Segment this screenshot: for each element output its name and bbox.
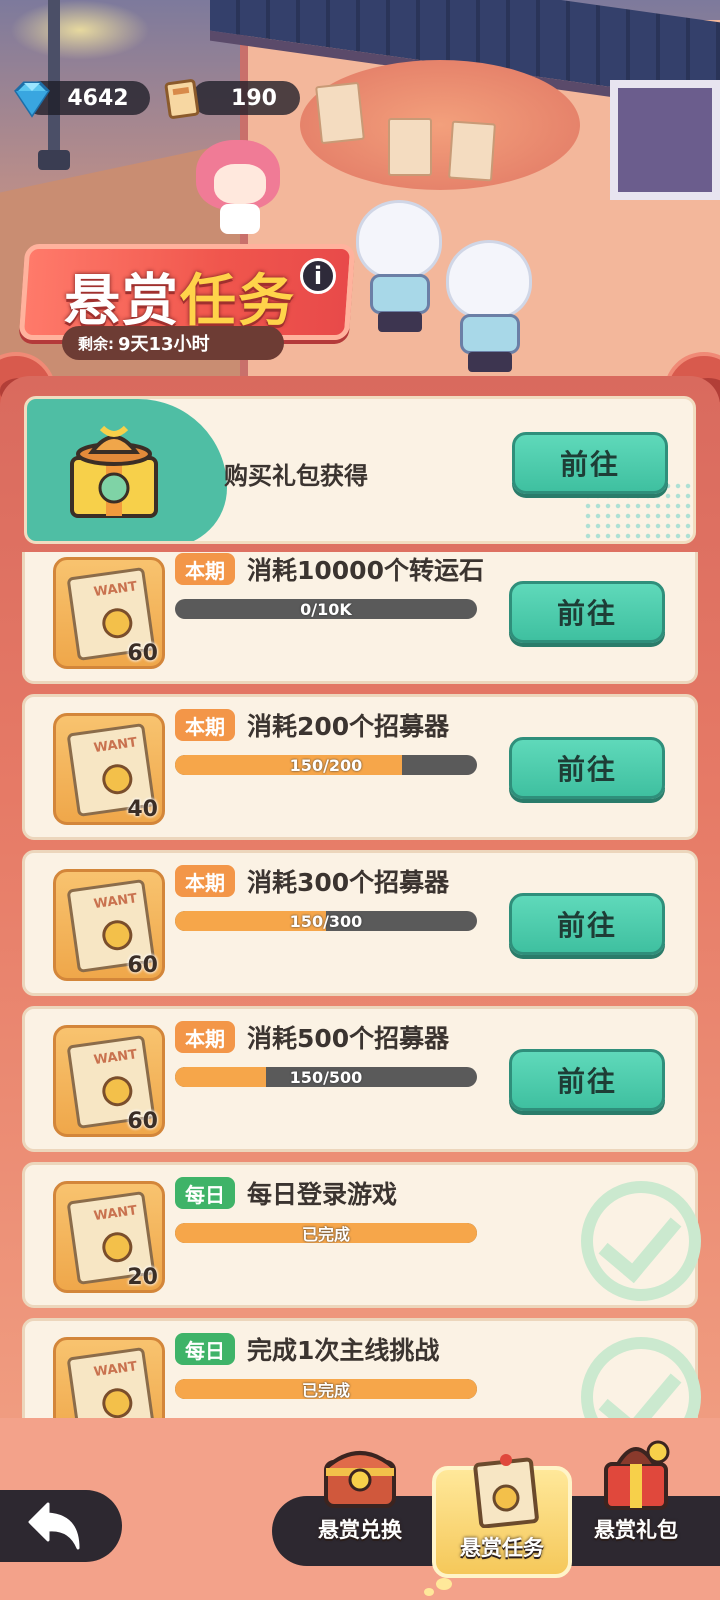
task-title: 消耗10000个转运石 xyxy=(247,556,484,585)
want-label: WANT xyxy=(92,891,139,913)
bounty-poster-reward-icon: WANT 60 xyxy=(53,557,165,669)
task-tag: 本期 xyxy=(175,865,235,897)
gem-count: 4642 xyxy=(67,85,129,111)
reward-quantity: 40 xyxy=(127,797,158,822)
cowboy-gift-box-icon xyxy=(70,425,158,518)
want-label: WANT xyxy=(92,1359,139,1381)
task-progress-bar: 150/200 xyxy=(175,755,477,775)
progress-text: 150/500 xyxy=(289,1067,363,1087)
pink-hair-girl-character xyxy=(196,140,286,240)
task-list[interactable]: WANT 60 本期 消耗10000个转运石 0/10K 前往 WANT 40 … xyxy=(0,552,720,1424)
task-progress-bar: 150/500 xyxy=(175,1067,477,1087)
tab-label: 悬赏礼包 xyxy=(594,1518,678,1542)
task-go-button[interactable]: 前往 xyxy=(509,581,665,643)
task-title: 消耗300个招募器 xyxy=(247,868,450,897)
progress-text: 已完成 xyxy=(301,1381,350,1399)
bounty-poster-reward-icon: WANT 40 xyxy=(53,713,165,825)
wanted-poster xyxy=(448,120,496,182)
tab-label: 悬赏任务 xyxy=(460,1536,544,1560)
task-progress-bar: 已完成 xyxy=(175,1223,477,1243)
bounty-poster-reward-icon: WANT 60 xyxy=(53,1025,165,1137)
tab-label: 悬赏兑换 xyxy=(318,1518,402,1542)
task-go-button[interactable]: 前往 xyxy=(509,1049,665,1111)
task-go-button[interactable]: 前往 xyxy=(509,893,665,955)
task-card: WANT 60 本期 消耗500个招募器 150/500 前往 xyxy=(22,1006,698,1152)
back-arrow-icon xyxy=(28,1502,80,1550)
progress-text: 已完成 xyxy=(301,1225,350,1243)
task-progress-bar: 0/10K xyxy=(175,599,477,619)
page-title-part1: 悬赏 xyxy=(64,269,180,334)
task-tag: 本期 xyxy=(175,709,235,741)
gift-go-button[interactable]: 前往 xyxy=(512,432,668,494)
want-label: WANT xyxy=(92,579,139,601)
gift-pack-text: 购买礼包获得 xyxy=(224,462,368,490)
bounty-poster-icon xyxy=(473,1454,539,1528)
want-label: WANT xyxy=(92,1047,139,1069)
countdown-timer: 剩余: 9天13小时 xyxy=(62,326,284,360)
want-label: WANT xyxy=(92,1203,139,1225)
bounty-poster-reward-icon: WANT 20 xyxy=(53,1181,165,1293)
wanted-poster xyxy=(315,81,365,145)
task-progress-bar: 已完成 xyxy=(175,1379,477,1399)
task-card: WANT 60 本期 消耗10000个转运石 0/10K 前往 xyxy=(22,552,698,684)
countdown-value: 9天13小时 xyxy=(118,334,210,355)
fluffy-hero-character xyxy=(440,240,540,380)
progress-text: 150/300 xyxy=(289,911,363,931)
progress-text: 150/200 xyxy=(289,755,363,775)
task-title: 每日登录游戏 xyxy=(247,1180,398,1209)
progress-text: 0/10K xyxy=(300,599,352,619)
task-title: 消耗500个招募器 xyxy=(247,1024,450,1053)
task-card: WANT 40 本期 消耗200个招募器 150/200 前往 xyxy=(22,694,698,840)
ticket-count: 190 xyxy=(231,85,277,111)
building-window xyxy=(610,80,720,200)
task-tag: 每日 xyxy=(175,1333,235,1365)
treasure-chest-icon xyxy=(324,1451,396,1508)
page-title: 悬赏任务 xyxy=(64,256,296,337)
task-card: WANT 20 每日 每日登录游戏 已完成 xyxy=(22,1162,701,1308)
task-tag: 本期 xyxy=(175,553,235,585)
countdown-label: 剩余: xyxy=(78,334,114,353)
info-icon[interactable]: i xyxy=(300,258,336,294)
reward-quantity: 20 xyxy=(127,1265,158,1290)
bounty-poster-reward-icon: WANT 30 xyxy=(53,1337,165,1424)
task-card: WANT 30 每日 完成1次主线挑战 已完成 xyxy=(22,1318,701,1424)
bounty-ticket-icon xyxy=(164,79,200,119)
fluffy-hero-character xyxy=(350,200,450,340)
page-title-part2: 任务 xyxy=(180,269,296,334)
task-go-button[interactable]: 前往 xyxy=(509,737,665,799)
tab-bounty-exchange[interactable]: 悬赏兑换 xyxy=(290,1430,430,1570)
reward-quantity: 60 xyxy=(127,641,158,666)
reward-quantity: 60 xyxy=(127,953,158,978)
tab-bounty-gift-pack[interactable]: 悬赏礼包 xyxy=(566,1430,706,1570)
bounty-poster-reward-icon: WANT 60 xyxy=(53,869,165,981)
bounty-ticket-counter: 190 xyxy=(192,81,300,115)
task-progress-bar: 150/300 xyxy=(175,911,477,931)
completed-check-icon xyxy=(581,1181,701,1301)
thought-bubble-dot xyxy=(436,1578,452,1590)
gift-bag-icon xyxy=(604,1440,670,1510)
reward-quantity: 60 xyxy=(127,1109,158,1134)
thought-bubble-dot xyxy=(424,1588,434,1596)
street-lamp-base xyxy=(38,150,70,170)
task-tag: 本期 xyxy=(175,1021,235,1053)
tab-bounty-tasks[interactable]: 悬赏任务 xyxy=(432,1454,572,1578)
task-tag: 每日 xyxy=(175,1177,235,1209)
want-label: WANT xyxy=(92,735,139,757)
completed-check-icon xyxy=(581,1337,701,1424)
task-title: 完成1次主线挑战 xyxy=(247,1336,440,1365)
wanted-poster xyxy=(388,118,432,176)
back-button[interactable] xyxy=(0,1490,122,1562)
diamond-gem-icon xyxy=(14,81,50,118)
task-card: WANT 60 本期 消耗300个招募器 150/300 前往 xyxy=(22,850,698,996)
task-title: 消耗200个招募器 xyxy=(247,712,450,741)
street-light-glow xyxy=(10,0,150,60)
